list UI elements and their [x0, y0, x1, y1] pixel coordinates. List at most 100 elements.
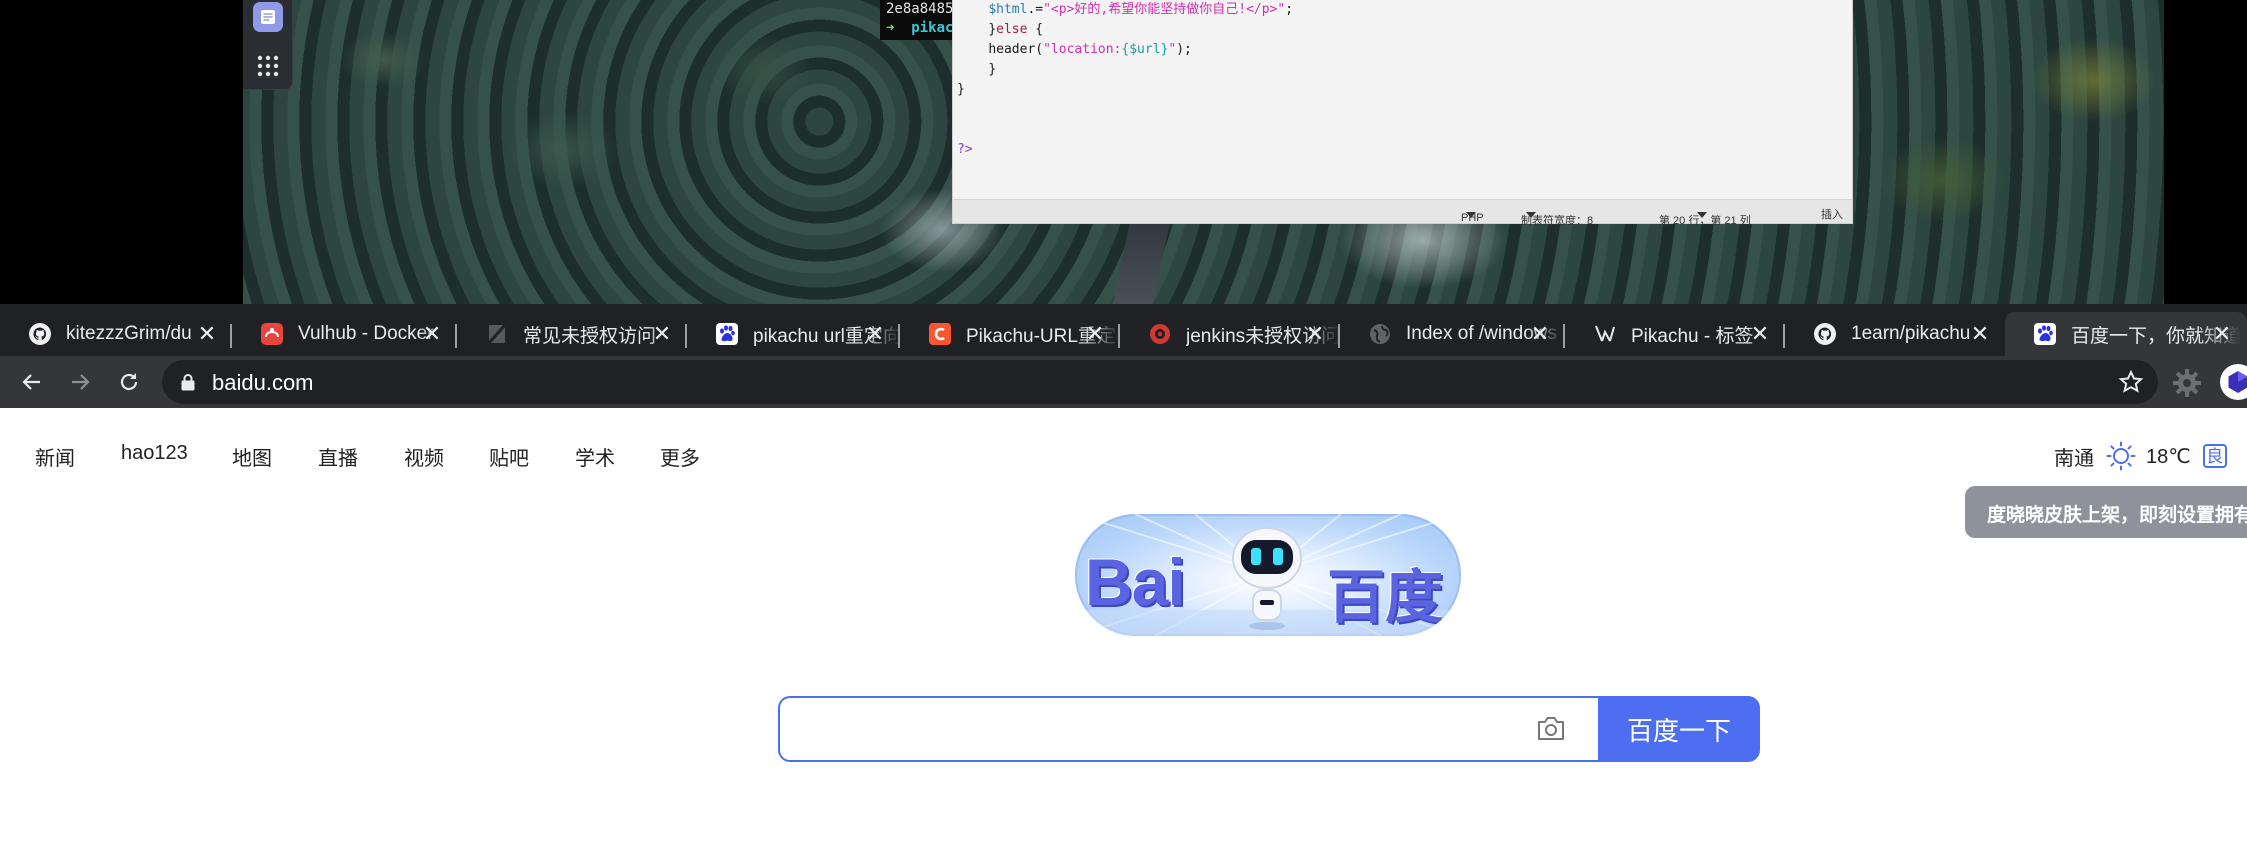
weather-widget[interactable]: 南通 18℃ 良	[2054, 441, 2227, 471]
address-bar[interactable]: baidu.com	[162, 360, 2158, 404]
browser-tab[interactable]: 1earn/pikachu ✕	[1785, 312, 2005, 356]
browser-tab[interactable]: jenkins未授权访问 ✕	[1120, 312, 1340, 356]
text-editor-window[interactable]: $html.="<p>好的,希望你能坚持做你自己!</p>"; }else { …	[952, 0, 1853, 227]
terminal-path: pikac	[911, 20, 954, 36]
close-tab-icon[interactable]: ✕	[864, 323, 886, 345]
insert-mode: 插入	[1821, 209, 1843, 221]
close-tab-icon[interactable]: ✕	[196, 323, 218, 345]
vulhub-icon	[260, 322, 284, 346]
baidu-doodle-logo[interactable]: Bai 百度	[1075, 514, 1461, 636]
notes-app-icon[interactable]	[253, 2, 283, 32]
close-tab-icon[interactable]: ✕	[1529, 323, 1551, 345]
code-line: }else {	[957, 20, 1837, 40]
nav-link[interactable]: 直播	[318, 442, 358, 471]
code-token: }	[988, 22, 997, 37]
terminal-window[interactable]: 2e8a8485 ➜ pikac	[880, 0, 954, 40]
close-tab-icon[interactable]: ✕	[1749, 323, 1771, 345]
code-token: "<p>好的,希望你能坚持做你自己!</p>"	[1043, 2, 1286, 17]
search-input[interactable]	[778, 696, 1598, 762]
nav-link[interactable]: 学术	[575, 442, 615, 471]
robot-mascot-icon	[1232, 527, 1302, 630]
editor-code-area[interactable]: $html.="<p>好的,希望你能坚持做你自己!</p>"; }else { …	[957, 0, 1837, 198]
reload-icon	[120, 373, 138, 391]
url-text[interactable]: baidu.com	[212, 370, 314, 396]
baidu-homepage: 新闻 hao123 地图 直播 视频 贴吧 学术 更多 南通 18℃ 良 度晓晓皮肤上架，即刻…	[0, 408, 2247, 855]
extension-gear-icon[interactable]	[2172, 368, 2202, 398]
browser-tab[interactable]: 百度一下，你就知道 ✕	[2005, 312, 2247, 356]
weather-city[interactable]: 南通	[2054, 442, 2094, 471]
code-token: }	[957, 82, 965, 97]
back-button[interactable]	[15, 365, 49, 399]
pikachu-icon	[1593, 322, 1617, 346]
doc-icon	[485, 322, 509, 346]
code-token: .=	[1027, 2, 1044, 17]
csdn-icon	[928, 322, 952, 346]
close-tab-icon[interactable]: ✕	[1969, 323, 1991, 345]
browser-toolbar: baidu.com	[0, 356, 2247, 408]
screen: 2e8a8485 ➜ pikac $html.="<p>好的,希望你能坚持做你自…	[0, 0, 2247, 855]
browser-tab[interactable]: kitezzzGrim/du ✕	[0, 312, 232, 356]
terminal-line-2: ➜ pikac	[886, 19, 954, 38]
terminal-line-1: 2e8a8485	[886, 1, 954, 17]
code-token: $html	[988, 2, 1028, 17]
github-icon	[1813, 322, 1837, 346]
tab-strip: kitezzzGrim/du ✕ Vulhub - Docker ✕ 常见未授权访问 ✕ p…	[0, 304, 2247, 356]
close-tab-icon[interactable]: ✕	[1084, 323, 1106, 345]
reload-button[interactable]	[112, 365, 146, 399]
nav-link[interactable]: hao123	[121, 442, 188, 465]
code-token: {	[1027, 22, 1044, 37]
code-line: $html.="<p>好的,希望你能坚持做你自己!</p>";	[957, 0, 1837, 20]
close-tab-icon[interactable]: ✕	[1304, 323, 1326, 345]
app-grid-icon[interactable]	[256, 54, 280, 78]
air-quality-badge[interactable]: 良	[2202, 444, 2227, 468]
lock-icon[interactable]	[180, 373, 196, 391]
terminal-prompt: ➜	[886, 20, 895, 36]
close-tab-icon[interactable]: ✕	[421, 323, 443, 345]
code-token: else	[996, 22, 1028, 37]
github-icon	[28, 322, 52, 346]
nav-link[interactable]: 视频	[404, 442, 444, 471]
browser-tab[interactable]: Pikachu - 标签 ✕	[1565, 312, 1785, 356]
camera-icon[interactable]	[1535, 714, 1567, 744]
browser-tab[interactable]: Index of /windows ✕	[1340, 312, 1565, 356]
close-tab-icon[interactable]: ✕	[651, 323, 673, 345]
forward-button[interactable]	[63, 365, 97, 399]
nav-link[interactable]: 更多	[660, 442, 700, 471]
weather-temperature: 18℃	[2146, 445, 2191, 468]
search-button[interactable]: 百度一下	[1598, 696, 1760, 762]
profile-hex-icon	[2228, 371, 2247, 393]
skin-promo-tooltip[interactable]: 度晓晓皮肤上架，即刻设置拥有	[1965, 486, 2247, 538]
search-form: 百度一下	[778, 696, 1760, 762]
code-token: {$url}	[1121, 42, 1169, 57]
forward-arrow-icon	[72, 374, 90, 390]
sunny-weather-icon	[2106, 441, 2136, 471]
browser-tab[interactable]: Pikachu-URL重定向 ✕	[900, 312, 1120, 356]
globe-icon	[1368, 322, 1392, 346]
code-token: }	[988, 62, 997, 77]
nav-link[interactable]: 新闻	[35, 442, 75, 471]
code-line: header("location:{$url}");	[957, 40, 1837, 60]
code-token: "location:	[1043, 42, 1122, 57]
back-arrow-icon	[22, 374, 40, 390]
code-token: );	[1176, 42, 1192, 57]
code-line: }	[957, 80, 1837, 100]
code-token: ;	[1285, 2, 1294, 17]
bookmark-star-icon[interactable]	[2118, 369, 2144, 395]
dock	[243, 0, 293, 90]
logo-chinese-text: 百度	[1327, 563, 1444, 631]
nav-link[interactable]: 地图	[232, 442, 272, 471]
jenkins-icon	[1148, 322, 1172, 346]
browser-tab[interactable]: Vulhub - Docker ✕	[232, 312, 457, 356]
close-tab-icon[interactable]: ✕	[2211, 323, 2233, 345]
code-line: ?>	[957, 140, 1837, 160]
logo-latin-text: Bai	[1085, 545, 1186, 619]
editor-status-bar: PHP 制表符宽度：8 第 20 行，第 21 列 插入	[953, 199, 1852, 227]
nav-link[interactable]: 贴吧	[489, 442, 529, 471]
code-token: "	[1168, 42, 1177, 57]
browser-tab[interactable]: 常见未授权访问 ✕	[457, 312, 687, 356]
browser-tab[interactable]: pikachu url重定向 ✕	[687, 312, 900, 356]
profile-avatar[interactable]	[2220, 364, 2247, 400]
code-line: }	[957, 60, 1837, 80]
